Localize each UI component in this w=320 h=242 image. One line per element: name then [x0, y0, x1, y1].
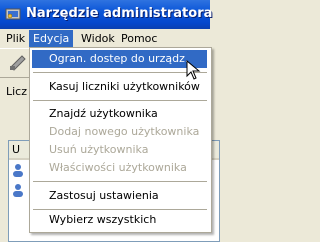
menu-separator: [33, 209, 207, 210]
menu-item-find-user[interactable]: Znajdź użytkownika: [32, 105, 207, 123]
menu-edycja[interactable]: Edycja: [29, 30, 74, 47]
tool-icon[interactable]: [8, 53, 28, 71]
menu-separator: [33, 181, 207, 182]
app-icon: [5, 8, 21, 20]
menu-item-add-new-user: Dodaj nowego użytkownika: [49, 125, 200, 138]
edycja-dropdown-menu: Ogran. dostep do urządz. Kasuj liczniki …: [29, 47, 212, 233]
menu-item-apply-settings[interactable]: Zastosuj ustawienia: [32, 187, 207, 205]
user-icon: [13, 164, 23, 177]
menu-item-user-properties: Właściwości użytkownika: [49, 161, 187, 174]
menu-plik[interactable]: Plik: [2, 30, 29, 47]
menu-item-reset-user-counters[interactable]: Kasuj liczniki użytkowników: [32, 78, 207, 96]
menu-separator: [33, 72, 207, 73]
menu-item-restrict-device-access[interactable]: Ogran. dostep do urządz.: [32, 50, 207, 68]
mouse-cursor-icon: [186, 60, 201, 80]
menu-widok[interactable]: Widok: [77, 30, 119, 47]
menu-pomoc[interactable]: Pomoc: [117, 30, 161, 47]
title-bar[interactable]: Narzędzie administratora: [0, 0, 213, 29]
menu-separator: [33, 100, 207, 101]
count-label: Licz: [6, 85, 28, 98]
list-header-label: U: [12, 143, 21, 156]
menu-item-select-all[interactable]: Wybierz wszystkich: [32, 211, 207, 229]
user-icon: [13, 184, 23, 197]
menu-bar: Plik Edycja Widok Pomoc: [0, 29, 210, 49]
window-title: Narzędzie administratora: [26, 6, 213, 21]
menu-item-delete-user: Usuń użytkownika: [49, 143, 149, 156]
